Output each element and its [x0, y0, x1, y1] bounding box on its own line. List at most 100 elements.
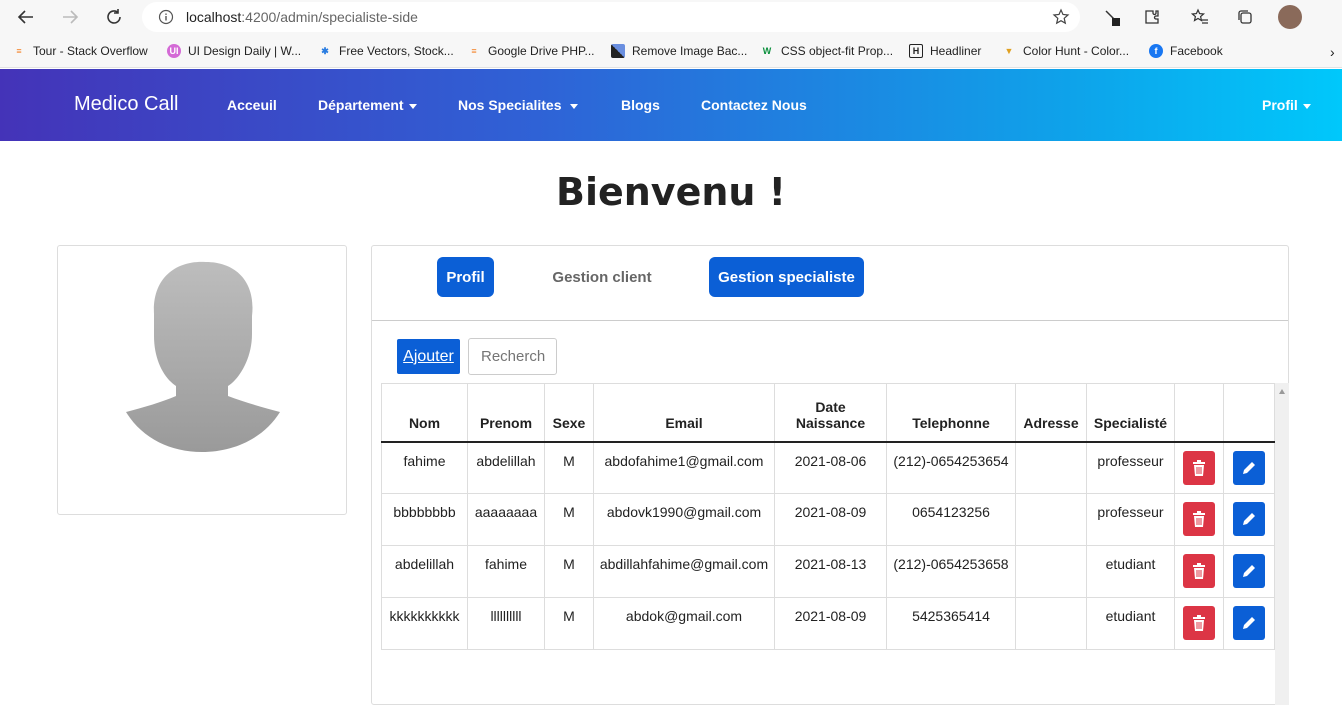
chevron-down-icon	[570, 103, 579, 109]
collections-icon[interactable]	[1233, 5, 1257, 29]
table-row: kkkkkkkkkk llllllllll M abdok@gmail.com …	[381, 597, 1275, 650]
cell-telephone: 0654123256	[886, 493, 1016, 546]
user-avatar[interactable]	[1278, 5, 1302, 29]
delete-button[interactable]	[1183, 502, 1215, 536]
nav-departement[interactable]: Département	[318, 97, 417, 113]
cell-delete	[1174, 545, 1224, 598]
extensions-icon[interactable]	[1140, 5, 1164, 29]
col-date-naissance: Date Naissance	[774, 383, 887, 443]
refresh-icon[interactable]	[98, 1, 130, 33]
pencil-icon	[1243, 617, 1255, 629]
bookmark-headliner[interactable]: H Headliner	[909, 44, 981, 58]
cell-email: abdovk1990@gmail.com	[593, 493, 775, 546]
nav-blogs[interactable]: Blogs	[621, 97, 660, 113]
edit-button[interactable]	[1233, 554, 1265, 588]
cell-delete	[1174, 441, 1224, 494]
add-button[interactable]: Ajouter	[397, 339, 460, 374]
col-sexe: Sexe	[544, 383, 594, 443]
table-header-row: Nom Prenom Sexe Email Date Naissance Tele…	[381, 383, 1275, 443]
edit-button[interactable]	[1233, 502, 1265, 536]
nav-accueil[interactable]: Acceuil	[227, 97, 277, 113]
cell-nom: kkkkkkkkkk	[381, 597, 468, 650]
bookmark-colorhunt[interactable]: ▼ Color Hunt - Color...	[1002, 44, 1130, 58]
table-scrollbar[interactable]	[1275, 383, 1289, 705]
cell-prenom: abdelillah	[467, 441, 545, 494]
ui-design-icon: UI	[167, 44, 181, 58]
scroll-up-icon[interactable]	[1279, 389, 1285, 394]
vector-icon: ✱	[321, 45, 329, 56]
nav-specialites[interactable]: Nos Specialites	[458, 97, 579, 113]
cell-edit	[1223, 493, 1275, 546]
cell-sexe: M	[544, 545, 594, 598]
bookmark-freevectors[interactable]: ✱ Free Vectors, Stock...	[318, 44, 454, 58]
col-edit	[1223, 383, 1275, 443]
bookmark-removebg[interactable]: Remove Image Bac...	[611, 44, 747, 58]
cell-edit	[1223, 597, 1275, 650]
tab-gestion-specialiste[interactable]: Gestion specialiste	[709, 257, 864, 297]
edit-button[interactable]	[1233, 450, 1265, 485]
bookmark-facebook[interactable]: f Facebook	[1149, 44, 1223, 58]
profile-avatar-card	[57, 245, 347, 515]
bookmark-gdrive[interactable]: ≡ Google Drive PHP...	[467, 44, 594, 58]
cell-adresse	[1015, 493, 1087, 546]
cell-telephone: (212)-0654253654	[886, 441, 1016, 494]
bookmark-uidesign[interactable]: UI UI Design Daily | W...	[167, 44, 301, 58]
cell-sexe: M	[544, 597, 594, 650]
cell-email: abdillahfahime@gmail.com	[593, 545, 775, 598]
browser-toolbar: localhost:4200/admin/specialiste-side	[0, 0, 1342, 35]
cell-prenom: fahime	[467, 545, 545, 598]
cell-edit	[1223, 441, 1275, 494]
favorite-star-icon[interactable]	[1052, 8, 1070, 31]
cell-date: 2021-08-09	[774, 597, 887, 650]
bookmark-stackoverflow[interactable]: ≡ Tour - Stack Overflow	[12, 44, 147, 58]
delete-button[interactable]	[1183, 554, 1215, 588]
table-row: bbbbbbbb aaaaaaaa M abdovk1990@gmail.com…	[381, 493, 1275, 546]
management-card: Profil Gestion client Gestion specialist…	[371, 245, 1289, 705]
bookmarks-overflow-icon[interactable]: ›	[1330, 44, 1335, 60]
cell-adresse	[1015, 441, 1087, 494]
nav-contact[interactable]: Contactez Nous	[701, 97, 807, 113]
col-delete	[1174, 383, 1224, 443]
delete-button[interactable]	[1183, 606, 1215, 640]
cell-telephone: 5425365414	[886, 597, 1016, 650]
nav-profil[interactable]: Profil	[1262, 97, 1311, 113]
search-input[interactable]	[468, 338, 557, 375]
url-text: localhost:4200/admin/specialiste-side	[186, 9, 418, 25]
cell-sexe: M	[544, 441, 594, 494]
cell-specialite: etudiant	[1086, 545, 1175, 598]
edit-button[interactable]	[1233, 606, 1265, 640]
tab-gestion-client[interactable]: Gestion client	[542, 257, 662, 297]
extension-pin-icon[interactable]	[1100, 5, 1124, 29]
back-icon[interactable]	[10, 1, 42, 33]
pencil-icon	[1243, 513, 1255, 525]
col-nom: Nom	[381, 383, 468, 443]
col-email: Email	[593, 383, 775, 443]
tab-profil[interactable]: Profil	[437, 257, 494, 297]
cell-specialite: professeur	[1086, 493, 1175, 546]
pencil-icon	[1243, 565, 1255, 577]
cell-email: abdok@gmail.com	[593, 597, 775, 650]
cell-nom: bbbbbbbb	[381, 493, 468, 546]
cell-nom: fahime	[381, 441, 468, 494]
cell-sexe: M	[544, 493, 594, 546]
colorhunt-icon: ▼	[1004, 46, 1014, 56]
pencil-icon	[1243, 461, 1255, 474]
table-row: fahime abdelillah M abdofahime1@gmail.co…	[381, 441, 1275, 494]
delete-button[interactable]	[1183, 450, 1215, 485]
bookmarks-bar: ≡ Tour - Stack Overflow UI UI Design Daily…	[0, 35, 1342, 68]
cell-date: 2021-08-06	[774, 441, 887, 494]
favorites-icon[interactable]	[1188, 5, 1212, 29]
brand-logo[interactable]: Medico Call	[74, 93, 178, 116]
cell-adresse	[1015, 545, 1087, 598]
chevron-down-icon	[1302, 103, 1311, 109]
address-bar[interactable]: localhost:4200/admin/specialiste-side	[142, 2, 1080, 32]
chevron-down-icon	[408, 103, 417, 109]
col-prenom: Prenom	[467, 383, 545, 443]
bookmark-css-objectfit[interactable]: W CSS object-fit Prop...	[760, 44, 893, 58]
w3schools-icon: W	[762, 46, 772, 56]
col-telephone: Telephonne	[886, 383, 1016, 443]
cell-delete	[1174, 597, 1224, 650]
forward-icon[interactable]	[54, 1, 86, 33]
trash-icon	[1193, 563, 1205, 579]
info-icon[interactable]	[158, 9, 174, 30]
